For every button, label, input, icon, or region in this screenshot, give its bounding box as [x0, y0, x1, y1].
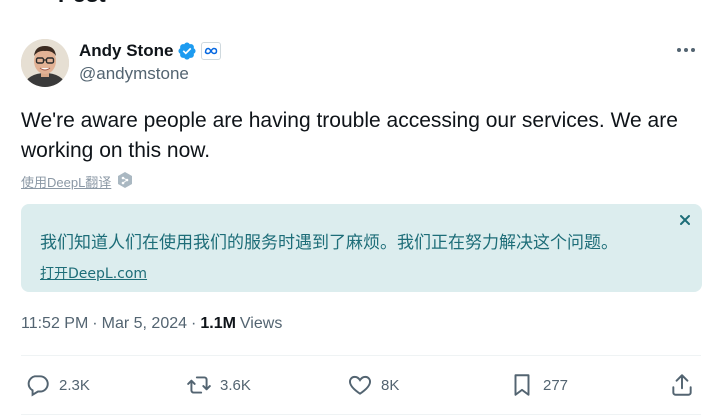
like-button[interactable]: 8K	[347, 371, 399, 399]
meta-logo-icon[interactable]	[201, 42, 222, 60]
close-icon[interactable]	[678, 213, 692, 227]
reply-count: 2.3K	[59, 376, 90, 394]
views-count: 1.1M	[200, 315, 236, 332]
meta-separator: ·	[92, 315, 98, 332]
translation-text: 我们知道人们在使用我们的服务时遇到了麻烦。我们正在努力解决这个问题。	[40, 233, 618, 253]
tweet-time[interactable]: 11:52 PM	[21, 315, 88, 333]
tweet-date[interactable]: Mar 5, 2024	[102, 315, 187, 333]
post-header: ← Post	[22, 0, 106, 8]
action-bar: 2.3K 3.6K 8K 277	[21, 371, 701, 399]
open-deepl-link[interactable]: 打开DeepL.com	[40, 263, 147, 283]
heart-icon	[349, 375, 371, 395]
author-handle[interactable]: @andymstone	[79, 64, 221, 84]
author-name[interactable]: Andy Stone	[79, 41, 173, 61]
translate-link[interactable]: 使用DeepL翻译	[21, 171, 133, 192]
bookmark-button[interactable]: 277	[509, 371, 568, 399]
deepl-icon	[117, 171, 133, 192]
avatar[interactable]	[21, 39, 69, 87]
repost-icon	[187, 376, 211, 394]
meta-separator: ·	[191, 315, 197, 332]
bookmark-count: 277	[543, 376, 569, 394]
reply-icon	[27, 375, 49, 397]
share-button[interactable]	[669, 371, 695, 399]
like-count: 8K	[381, 376, 400, 394]
bookmark-icon	[514, 374, 530, 396]
tweet-text: We're aware people are having trouble ac…	[21, 109, 678, 162]
tweet-meta: 11:52 PM · Mar 5, 2024 · 1.1M Views	[21, 315, 282, 333]
reply-button[interactable]: 2.3K	[25, 371, 90, 399]
share-icon	[672, 374, 692, 396]
translate-link-label[interactable]: 使用DeepL翻译	[21, 172, 111, 191]
verified-badge-icon[interactable]	[177, 41, 197, 61]
page-title: Post	[58, 0, 106, 8]
repost-count: 3.6K	[220, 376, 251, 394]
more-options-icon[interactable]	[674, 38, 698, 62]
divider	[21, 414, 701, 415]
author-block: Andy Stone @andymstone	[21, 39, 222, 87]
repost-button[interactable]: 3.6K	[186, 371, 251, 399]
translation-panel: 我们知道人们在使用我们的服务时遇到了麻烦。我们正在努力解决这个问题。 打开Dee…	[21, 204, 702, 292]
divider	[21, 355, 701, 356]
arrow-left-icon[interactable]: ←	[22, 0, 42, 7]
views-label: Views	[239, 315, 283, 332]
